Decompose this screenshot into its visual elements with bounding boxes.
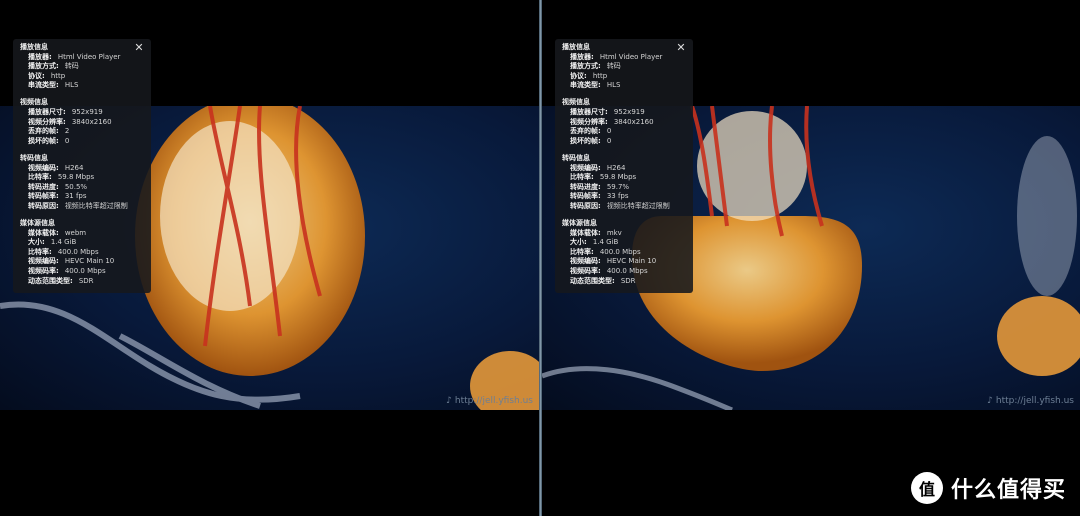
info-row: 播放器尺寸: 952x919 (28, 108, 103, 117)
section-video-info: 视频信息 播放器尺寸: 952x919 视频分辨率: 3840x2160 丢弃的帧:… (20, 98, 151, 146)
info-row: 视频分辨率: 3840x2160 (570, 117, 654, 126)
section-title: 视频信息 (562, 98, 590, 107)
watermark-text: http://jell.yfish.us (995, 396, 1074, 406)
info-row: 视频编码: H264 (28, 163, 84, 172)
watermark-logo-icon: ♪ (987, 396, 993, 406)
info-row: 转码帧率: 31 fps (28, 192, 87, 201)
section-playback-info: 播放信息 播放器: Html Video Player 播放方式: 转码 协议: ht… (20, 43, 151, 91)
info-row: 动态范围类型: SDR (28, 276, 94, 285)
info-row: 损坏的帧: 0 (28, 136, 70, 145)
info-row: 媒体载体: mkv (570, 228, 622, 237)
info-row: 转码帧率: 33 fps (570, 192, 629, 201)
info-row: 转码进度: 50.5% (28, 182, 88, 191)
section-transcode-info: 转码信息 视频编码: H264 比特率: 59.8 Mbps 转码进度: 59.7% … (562, 154, 693, 212)
section-title: 媒体源信息 (20, 219, 55, 227)
info-row: 视频编码: HEVC Main 10 (28, 257, 115, 266)
section-video-info: 视频信息 播放器尺寸: 952x919 视频分辨率: 3840x2160 丢弃的帧:… (562, 98, 693, 146)
info-row: 大小: 1.4 GiB (28, 238, 77, 247)
info-row: 丢弃的帧: 0 (570, 127, 612, 136)
watermark-text: http://jell.yfish.us (454, 396, 533, 406)
info-row: 播放方式: 转码 (570, 62, 621, 71)
site-brand: 值 什么值得买 (910, 472, 1066, 504)
info-row: 动态范围类型: SDR (570, 276, 636, 285)
info-row: 播放器: Html Video Player (28, 52, 121, 61)
info-row: 视频码率: 400.0 Mbps (28, 266, 106, 275)
section-title: 媒体源信息 (562, 219, 597, 227)
info-row: 损坏的帧: 0 (570, 136, 612, 145)
close-icon[interactable]: ✕ (134, 42, 144, 53)
info-row: 播放器: Html Video Player (570, 52, 663, 61)
info-row: 协议: http (570, 71, 608, 80)
watermark-logo-icon: ♪ (446, 396, 452, 406)
info-row: 视频分辨率: 3840x2160 (28, 117, 112, 126)
section-title: 播放信息 (20, 43, 48, 51)
section-media-source-info: 媒体源信息 媒体载体: webm 大小: 1.4 GiB 比特率: 400.0 Mbp… (20, 219, 151, 286)
info-row: 转码进度: 59.7% (570, 182, 630, 191)
brand-name: 什么值得买 (950, 478, 1066, 503)
info-row: 转码原因: 视频比特率超过限制 (28, 201, 128, 210)
info-row: 协议: http (28, 71, 66, 80)
section-title: 播放信息 (562, 43, 590, 51)
watermark-left: ♪ http://jell.yfish.us (446, 396, 533, 406)
section-title: 视频信息 (20, 98, 48, 107)
playback-info-panel-left: ✕ 播放信息 播放器: Html Video Player 播放方式: 转码 协议:… (13, 39, 151, 293)
info-row: 播放器尺寸: 952x919 (570, 108, 645, 117)
info-row: 串流类型: HLS (570, 81, 621, 90)
section-title: 转码信息 (562, 153, 590, 162)
section-media-source-info: 媒体源信息 媒体载体: mkv 大小: 1.4 GiB 比特率: 400.0 Mbps… (562, 219, 693, 286)
info-row: 丢弃的帧: 2 (28, 127, 70, 136)
section-transcode-info: 转码信息 视频编码: H264 比特率: 59.8 Mbps 转码进度: 50.5% … (20, 154, 151, 212)
info-row: 视频编码: H264 (570, 163, 626, 172)
info-row: 串流类型: HLS (28, 81, 79, 90)
close-icon[interactable]: ✕ (676, 42, 686, 53)
right-player: ♪ http://jell.yfish.us ✕ 播放信息 播放器: Html Vi… (542, 0, 1080, 516)
info-row: 比特率: 400.0 Mbps (28, 247, 99, 256)
info-row: 比特率: 59.8 Mbps (570, 173, 637, 182)
info-row: 媒体载体: webm (28, 228, 87, 237)
info-row: 视频编码: HEVC Main 10 (570, 257, 657, 266)
section-playback-info: 播放信息 播放器: Html Video Player 播放方式: 转码 协议: ht… (562, 43, 693, 91)
section-title: 转码信息 (20, 153, 48, 162)
watermark-right: ♪ http://jell.yfish.us (987, 396, 1074, 406)
info-row: 大小: 1.4 GiB (570, 238, 619, 247)
brand-logo-icon: 值 (910, 472, 943, 504)
info-row: 比特率: 59.8 Mbps (28, 173, 95, 182)
info-row: 视频码率: 400.0 Mbps (570, 266, 648, 275)
info-row: 播放方式: 转码 (28, 62, 79, 71)
playback-info-panel-right: ✕ 播放信息 播放器: Html Video Player 播放方式: 转码 协议:… (555, 39, 693, 293)
info-row: 比特率: 400.0 Mbps (570, 247, 641, 256)
info-row: 转码原因: 视频比特率超过限制 (570, 201, 670, 210)
left-player: ♪ http://jell.yfish.us ✕ 播放信息 播放器: Html Vi… (0, 0, 539, 516)
